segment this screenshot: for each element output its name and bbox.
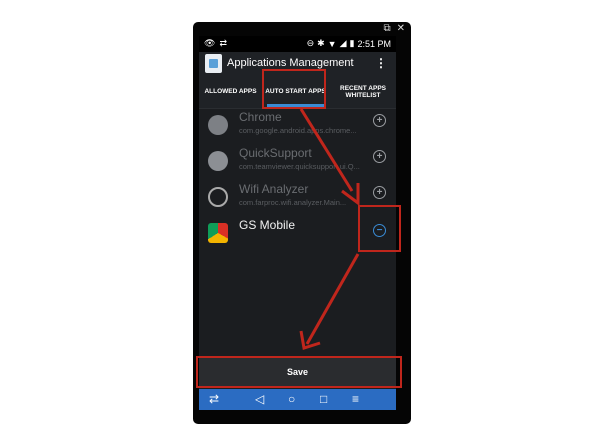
arrow-line	[299, 108, 354, 192]
arrow-line	[305, 253, 360, 345]
annotation-arrows	[299, 108, 360, 350]
